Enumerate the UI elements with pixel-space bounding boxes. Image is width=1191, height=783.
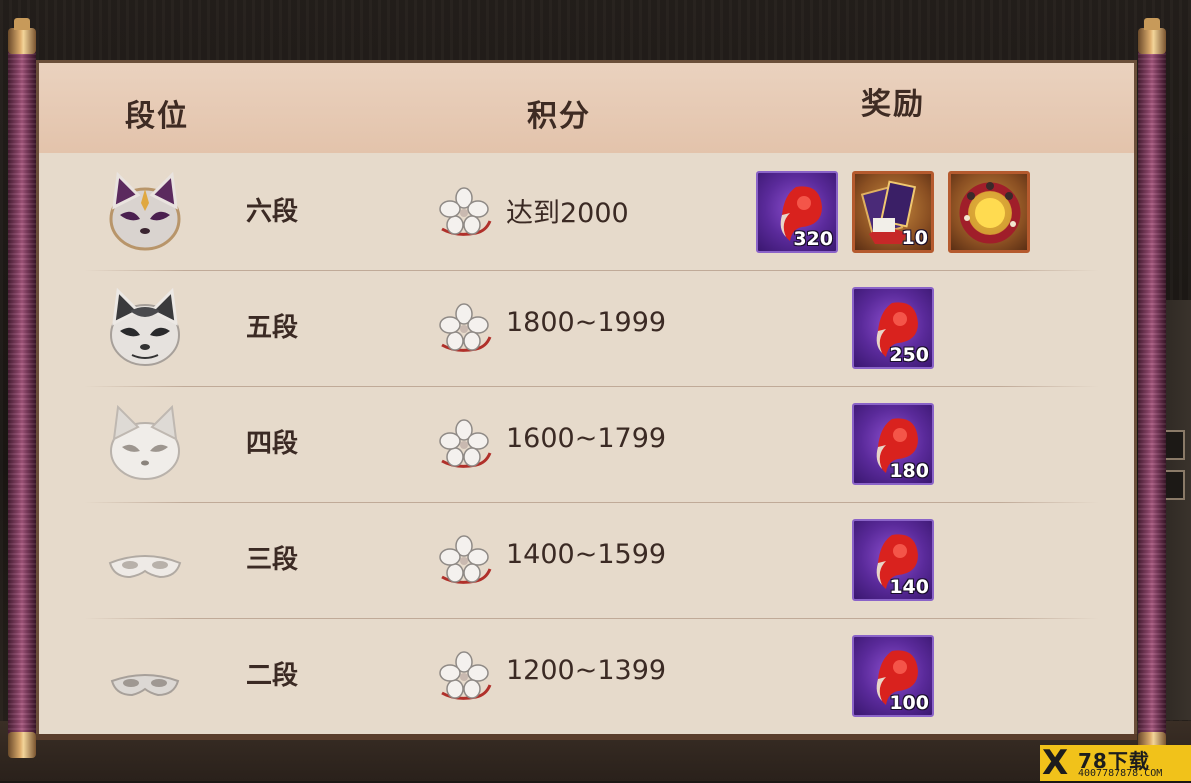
sakura-flower-icon [439, 303, 492, 352]
scroll-rod-right [1138, 30, 1166, 750]
reward-item[interactable]: 180 [852, 403, 934, 485]
score-range: 1400~1599 [506, 539, 667, 570]
scroll-cap-icon [8, 732, 36, 758]
purple-fox-mask-icon [109, 171, 181, 251]
white-fox-mask-icon [110, 404, 180, 480]
golden-wreath-icon [959, 182, 1021, 244]
sakura-flower-icon [439, 535, 492, 584]
rank-name: 六段 [246, 197, 299, 227]
score-range: 1800~1999 [506, 307, 667, 338]
score-column-header: 积分 [527, 99, 591, 134]
silver-half-mask-icon [110, 674, 180, 697]
scroll-cap-icon [8, 18, 36, 54]
rank-rewards-panel: 段位 积分 奖励 六段 达到2000 320 10 五段 1800~1999 2… [36, 60, 1137, 740]
sakura-flower-icon [439, 187, 492, 236]
white-half-mask-icon [108, 555, 182, 579]
rank-name: 五段 [246, 313, 299, 343]
reward-quantity: 250 [889, 344, 929, 366]
table-row: 三段 1400~1599 140 [36, 503, 1137, 619]
reward-quantity: 10 [901, 227, 928, 249]
rank-name: 四段 [246, 429, 299, 459]
site-watermark: X 78下载 4007787878.COM [1040, 743, 1191, 783]
rank-column-header: 段位 [125, 99, 189, 134]
black-white-fox-mask-icon [110, 287, 180, 366]
table-header: 段位 积分 奖励 [39, 63, 1134, 153]
score-range: 1200~1399 [506, 655, 667, 686]
reward-item[interactable]: 100 [852, 635, 934, 717]
reward-quantity: 100 [889, 692, 929, 714]
score-range: 1600~1799 [506, 423, 667, 454]
watermark-site: 4007787878.COM [1078, 768, 1163, 779]
watermark-x-logo-icon: X [1042, 743, 1069, 783]
table-row: 五段 1800~1999 250 [36, 271, 1137, 387]
rank-name: 二段 [246, 661, 299, 691]
reward-column-header: 奖励 [861, 87, 925, 122]
reward-quantity: 320 [793, 228, 833, 250]
scroll-cap-icon [1138, 18, 1166, 54]
score-range: 达到2000 [506, 198, 629, 229]
reward-item[interactable]: 10 [852, 171, 934, 253]
scroll-rod-left [8, 30, 36, 750]
rank-name: 三段 [246, 545, 299, 575]
sakura-flower-icon [439, 419, 492, 468]
reward-item[interactable]: 250 [852, 287, 934, 369]
reward-quantity: 140 [889, 576, 929, 598]
sakura-flower-icon [439, 651, 492, 700]
table-row: 四段 1600~1799 180 [36, 387, 1137, 503]
table-row: 二段 1200~1399 100 [36, 619, 1137, 735]
reward-item[interactable] [948, 171, 1030, 253]
reward-item[interactable]: 320 [756, 171, 838, 253]
table-row: 六段 达到2000 320 10 [36, 155, 1137, 271]
reward-quantity: 180 [889, 460, 929, 482]
reward-item[interactable]: 140 [852, 519, 934, 601]
